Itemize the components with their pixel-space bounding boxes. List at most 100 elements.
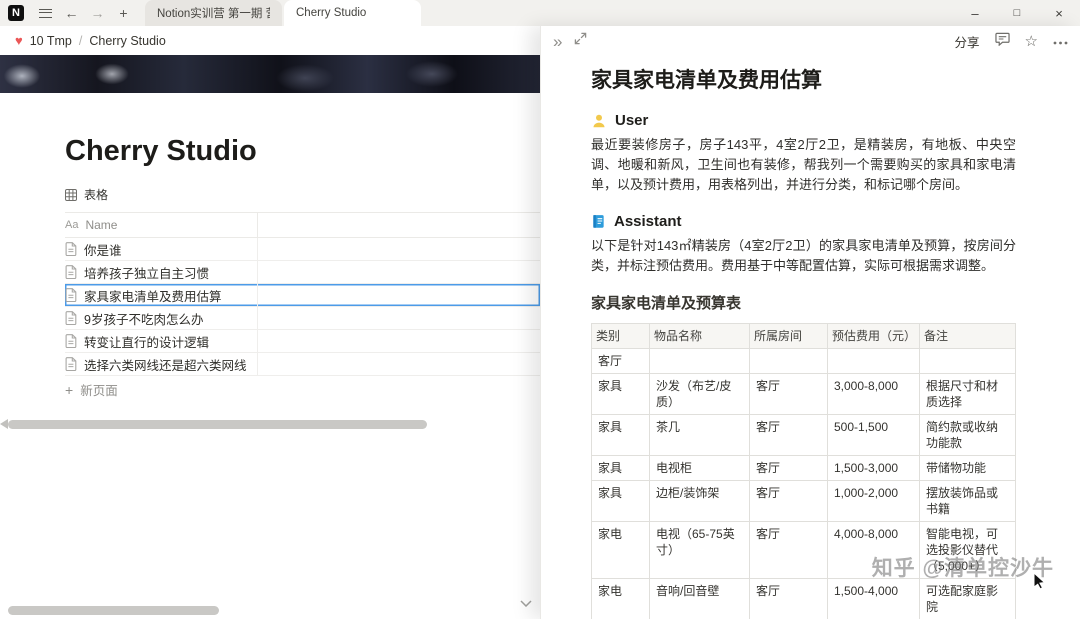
table-row[interactable]: 选择六类网线还是超六类网线 xyxy=(65,353,540,376)
cell-item: 沙发（布艺/皮质） xyxy=(649,373,750,415)
document-title: 家具家电清单及费用估算 xyxy=(591,69,822,92)
user-message: 最近要装修房子，房子143平，4室2厅2卫，是精装房，有地板、中央空调、地暖和新… xyxy=(591,137,1016,192)
cover-image[interactable] xyxy=(0,55,540,93)
heart-icon: ♥ xyxy=(15,33,23,48)
cell-cost: 1,500-4,000 xyxy=(827,578,920,619)
share-button[interactable]: 分享 xyxy=(955,32,980,51)
title-cell[interactable]: 转变让直行的设计逻辑 xyxy=(65,330,258,352)
title-cell[interactable]: 培养孩子独立自主习惯 xyxy=(65,261,258,283)
cell-room: 客厅 xyxy=(749,455,828,481)
cell-note: 根据尺寸和材质选择 xyxy=(919,373,1016,415)
maximize-button[interactable]: □ xyxy=(996,0,1038,26)
left-edge-arrow xyxy=(0,419,8,429)
peek-content: 家具家电清单及费用估算 User 最近要装修房子，房子143平，4室2厅2卫，是… xyxy=(541,56,1080,619)
breadcrumb-page[interactable]: Cherry Studio xyxy=(89,34,165,48)
peek-topbar-right: 分享 ☆ xyxy=(955,32,1068,51)
page-icon xyxy=(65,334,77,348)
property-header-row: Aa Name xyxy=(65,213,540,238)
cell-cost: 1,500-3,000 xyxy=(827,455,920,481)
assistant-message: 以下是针对143㎡精装房（4室2厅2卫）的家具家电清单及预算，按房间分类，并标注… xyxy=(591,238,1016,273)
title-cell[interactable]: 9岁孩子不吃肉怎么办 xyxy=(65,307,258,329)
title-cell[interactable]: 选择六类网线还是超六类网线 xyxy=(65,353,258,375)
cell-category: 家电 xyxy=(591,578,650,619)
view-tab-table[interactable]: 表格 xyxy=(65,186,540,213)
cell-room: 客厅 xyxy=(749,480,828,522)
property-name-label: Name xyxy=(85,218,118,232)
title-cell[interactable]: 家具家电清单及费用估算 xyxy=(65,284,258,306)
more-options-icon[interactable] xyxy=(1053,32,1068,50)
cell-category: 家具 xyxy=(591,455,650,481)
assistant-book-icon xyxy=(593,215,604,228)
budget-row: 家具 沙发（布艺/皮质） 客厅 3,000-8,000 根据尺寸和材质选择 xyxy=(591,373,1016,415)
hamburger-icon xyxy=(39,8,52,18)
window-controls: – □ × xyxy=(954,0,1080,26)
property-header-name[interactable]: Aa Name xyxy=(65,213,258,237)
back-button[interactable]: ← xyxy=(60,2,83,24)
titlebar: N ← → + Notion实训营 第一期 营销计 Cherry Studio … xyxy=(0,0,1080,26)
row-title: 你是谁 xyxy=(84,243,122,258)
cell-item: 音响/回音壁 xyxy=(649,578,750,619)
table-row[interactable]: 9岁孩子不吃肉怎么办 xyxy=(65,307,540,330)
row-title: 9岁孩子不吃肉怎么办 xyxy=(84,312,204,327)
scroll-down-chevron-icon[interactable] xyxy=(520,594,532,612)
new-page-button[interactable]: + 新页面 xyxy=(65,376,540,403)
notion-logo-icon[interactable]: N xyxy=(8,5,24,21)
row-title: 选择六类网线还是超六类网线 xyxy=(84,358,247,373)
minimize-button[interactable]: – xyxy=(954,0,996,26)
section-label: 客厅 xyxy=(591,348,650,374)
expand-page-icon[interactable] xyxy=(574,32,587,50)
plus-icon: + xyxy=(65,381,74,398)
text-property-icon: Aa xyxy=(65,219,79,231)
tab-strip: Notion实训营 第一期 营销计 Cherry Studio xyxy=(145,0,421,26)
table-row[interactable]: 培养孩子独立自主习惯 xyxy=(65,261,540,284)
app-window: N ← → + Notion实训营 第一期 营销计 Cherry Studio … xyxy=(0,0,1080,619)
placeholder-bar xyxy=(8,606,219,615)
favorite-star-icon[interactable]: ☆ xyxy=(1025,34,1038,49)
page-icon xyxy=(65,357,77,371)
breadcrumb-separator: / xyxy=(78,33,83,48)
watermark: 知乎 @清单控沙牛 xyxy=(871,557,1054,580)
cell-note: 摆放装饰品或书籍 xyxy=(919,480,1016,522)
peek-topbar: » 分享 ☆ xyxy=(541,26,1080,56)
table-row-selected[interactable]: 家具家电清单及费用估算 xyxy=(65,284,540,307)
new-tab-button[interactable]: + xyxy=(112,2,135,24)
budget-header-row: 类别 物品名称 所属房间 预估费用（元） 备注 xyxy=(591,323,1016,349)
col-header: 预估费用（元） xyxy=(827,323,920,349)
table-row[interactable]: 你是谁 xyxy=(65,238,540,261)
close-button[interactable]: × xyxy=(1038,0,1080,26)
menu-button[interactable] xyxy=(34,2,57,24)
user-avatar-icon xyxy=(593,114,605,127)
close-peek-icon[interactable]: » xyxy=(553,33,562,50)
row-title: 培养孩子独立自主习惯 xyxy=(84,266,210,281)
page-title: Cherry Studio xyxy=(65,135,257,167)
cell-category: 家具 xyxy=(591,373,650,415)
page-icon xyxy=(65,242,77,256)
col-header: 类别 xyxy=(591,323,650,349)
budget-row: 家具 茶几 客厅 500-1,500 简约款或收纳功能款 xyxy=(591,414,1016,456)
row-title: 转变让直行的设计逻辑 xyxy=(84,335,210,350)
cell-room: 客厅 xyxy=(749,414,828,456)
title-cell[interactable]: 你是谁 xyxy=(65,238,258,260)
budget-table-title: 家具家电清单及预算表 xyxy=(591,295,742,312)
row-title: 家具家电清单及费用估算 xyxy=(84,289,222,304)
assistant-heading-label: Assistant xyxy=(614,213,682,230)
tab-label: Notion实训营 第一期 营销计 xyxy=(157,8,270,20)
forward-button[interactable]: → xyxy=(86,2,109,24)
cell-note: 带储物功能 xyxy=(919,455,1016,481)
col-header: 物品名称 xyxy=(649,323,750,349)
cell-item: 电视柜 xyxy=(649,455,750,481)
peek-topbar-left: » xyxy=(553,32,587,50)
cell-cost: 3,000-8,000 xyxy=(827,373,920,415)
cell-item: 茶几 xyxy=(649,414,750,456)
cell-cost: 1,000-2,000 xyxy=(827,480,920,522)
table-row[interactable]: 转变让直行的设计逻辑 xyxy=(65,330,540,353)
cell-note: 可选配家庭影院 xyxy=(919,578,1016,619)
cell-room: 客厅 xyxy=(749,521,828,579)
cell-item: 电视（65-75英寸） xyxy=(649,521,750,579)
comments-icon[interactable] xyxy=(994,32,1010,51)
breadcrumb-workspace[interactable]: 10 Tmp xyxy=(30,34,72,48)
user-heading-label: User xyxy=(615,112,649,129)
user-heading: User xyxy=(591,112,1016,129)
tab-cherry-studio[interactable]: Cherry Studio xyxy=(284,0,421,26)
tab-notion-course[interactable]: Notion实训营 第一期 营销计 xyxy=(145,0,282,26)
